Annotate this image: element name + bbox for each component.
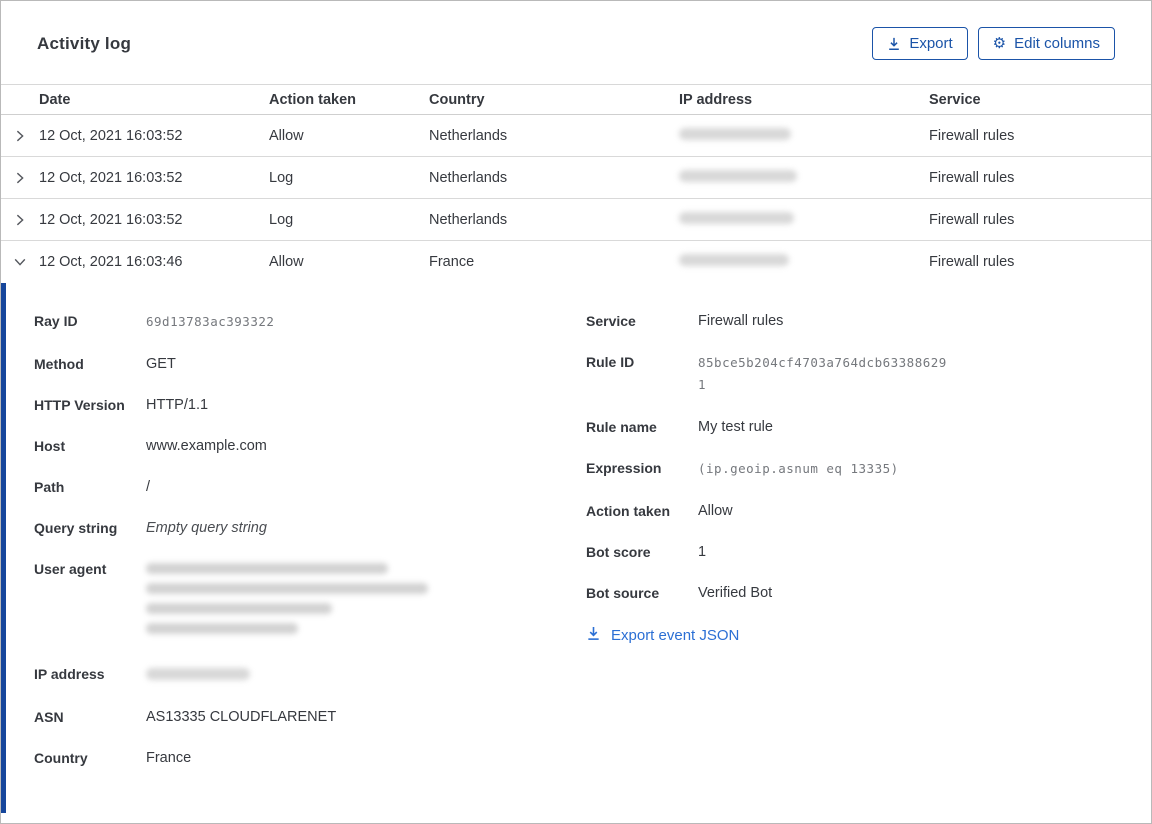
cell-date: 12 Oct, 2021 16:03:52 (39, 169, 183, 186)
detail-field-method: Method GET (34, 356, 176, 372)
detail-field-expression: Expression (ip.geoip.asnum eq 13335) (586, 460, 899, 476)
detail-field-user-agent: User agent (34, 559, 586, 643)
table-header-row: Date Action taken Country IP address Ser… (1, 84, 1151, 115)
cell-country: Netherlands (429, 127, 508, 144)
event-details-right-column: Service Firewall rules Rule ID 85bce5b20… (586, 311, 1151, 813)
download-icon (586, 626, 601, 645)
cell-service: Firewall rules (929, 169, 1015, 186)
column-header-action-taken: Action taken (269, 91, 357, 108)
cell-country: France (429, 254, 475, 270)
cell-action-taken: Log (269, 211, 294, 228)
detail-field-country: Country France (34, 750, 192, 766)
cell-service: Firewall rules (929, 127, 1015, 144)
cell-date: 12 Oct, 2021 16:03:52 (39, 127, 183, 144)
export-button[interactable]: Export (872, 27, 968, 60)
expand-chevron-right-icon[interactable] (1, 129, 39, 143)
cell-action-taken: Log (269, 169, 294, 186)
expand-chevron-right-icon[interactable] (1, 171, 39, 185)
table-row-expanded[interactable]: 12 Oct, 2021 16:03:46 Allow France Firew… (1, 241, 1151, 283)
edit-columns-button-label: Edit columns (1014, 35, 1100, 52)
detail-field-path: Path / (34, 479, 151, 495)
detail-field-bot-source: Bot source Verified Bot (586, 585, 773, 601)
cell-action-taken: Allow (269, 254, 304, 270)
expand-chevron-down-icon[interactable] (1, 255, 39, 269)
detail-field-host: Host www.example.com (34, 438, 267, 454)
cell-country: Netherlands (429, 211, 508, 228)
ip-address-redacted (146, 664, 250, 686)
panel-header: Activity log Export ⚙ Edit columns (1, 1, 1151, 84)
download-icon (887, 37, 901, 51)
cell-service: Firewall rules (929, 254, 1015, 270)
table-row[interactable]: 12 Oct, 2021 16:03:52 Log Netherlands Fi… (1, 157, 1151, 199)
activity-log-panel: Activity log Export ⚙ Edit columns Date … (0, 0, 1152, 824)
detail-field-query-string: Query string Empty query string (34, 520, 267, 536)
edit-columns-button[interactable]: ⚙ Edit columns (977, 27, 1115, 60)
detail-field-rule-name: Rule name My test rule (586, 419, 773, 435)
export-event-json-link[interactable]: Export event JSON (586, 626, 739, 645)
user-agent-redacted (146, 559, 446, 643)
column-header-service: Service (929, 91, 981, 108)
cell-country: Netherlands (429, 169, 508, 186)
gear-icon: ⚙ (992, 35, 1007, 52)
event-details-panel: Ray ID 69d13783ac393322 Method GET HTTP … (1, 283, 1151, 813)
toolbar: Export ⚙ Edit columns (872, 27, 1115, 60)
detail-field-http-version: HTTP Version HTTP/1.1 (34, 397, 209, 413)
table-row[interactable]: 12 Oct, 2021 16:03:52 Log Netherlands Fi… (1, 199, 1151, 241)
cell-date: 12 Oct, 2021 16:03:46 (39, 254, 183, 270)
page-title: Activity log (37, 33, 132, 53)
export-event-json-label: Export event JSON (611, 627, 740, 644)
table-row[interactable]: 12 Oct, 2021 16:03:52 Allow Netherlands … (1, 115, 1151, 157)
cell-ip-address-redacted (679, 211, 929, 228)
export-button-label: Export (909, 35, 953, 52)
column-header-date: Date (39, 91, 71, 108)
cell-ip-address-redacted (679, 169, 929, 186)
detail-field-action-taken: Action taken Allow (586, 503, 733, 519)
event-details-left-column: Ray ID 69d13783ac393322 Method GET HTTP … (34, 311, 586, 813)
cell-ip-address-redacted (679, 254, 929, 270)
expand-chevron-right-icon[interactable] (1, 213, 39, 227)
detail-field-rule-id: Rule ID 85bce5b204cf4703a764dcb633886291 (586, 354, 947, 392)
detail-field-ip-address: IP address (34, 664, 586, 686)
column-header-country: Country (429, 91, 485, 108)
cell-action-taken: Allow (269, 127, 304, 144)
detail-field-bot-score: Bot score 1 (586, 544, 707, 560)
detail-field-asn: ASN AS13335 CLOUDFLARENET (34, 709, 337, 725)
detail-field-ray-id: Ray ID 69d13783ac393322 (34, 313, 275, 329)
column-header-ip-address: IP address (679, 91, 753, 108)
cell-service: Firewall rules (929, 211, 1015, 228)
cell-date: 12 Oct, 2021 16:03:52 (39, 211, 183, 228)
cell-ip-address-redacted (679, 127, 929, 144)
detail-field-service: Service Firewall rules (586, 313, 784, 329)
